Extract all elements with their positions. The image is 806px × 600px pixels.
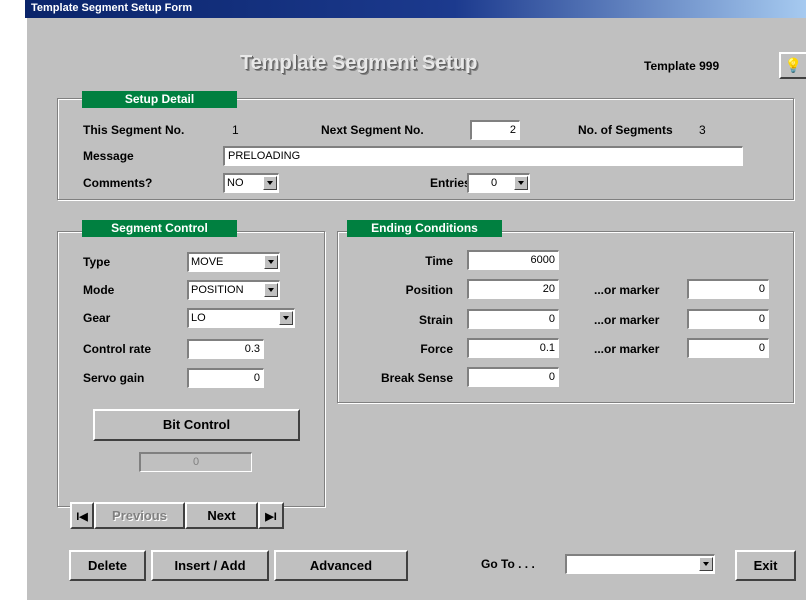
chevron-down-icon[interactable]	[264, 255, 278, 269]
bit-control-label: Bit Control	[162, 417, 231, 432]
time-field[interactable]: 6000	[467, 250, 559, 270]
previous-button[interactable]: Previous	[94, 502, 185, 529]
chevron-down-icon[interactable]	[263, 176, 277, 190]
time-label: Time	[425, 254, 453, 268]
type-select[interactable]: MOVE	[187, 252, 280, 272]
window-title: Template Segment Setup Form	[31, 2, 193, 14]
force-marker-field[interactable]: 0	[687, 338, 769, 358]
comments-value: NO	[227, 177, 244, 189]
form-window: Template Segment Setup Template 999 💡 Se…	[25, 18, 806, 600]
title-bar: Template Segment Setup Form	[25, 0, 806, 18]
goto-select[interactable]	[565, 554, 715, 574]
chevron-down-icon[interactable]	[264, 283, 278, 297]
entries-value: 0	[491, 177, 498, 189]
entries-label: Entries	[430, 176, 471, 190]
control-rate-label: Control rate	[83, 342, 152, 356]
template-label: Template 999	[644, 59, 720, 73]
next-segment-field[interactable]: 2	[470, 120, 520, 140]
type-label: Type	[83, 255, 111, 269]
next-button[interactable]: Next	[185, 502, 258, 529]
strain-field[interactable]: 0	[467, 309, 559, 329]
or-marker-label: ...or marker	[594, 283, 660, 297]
chevron-down-icon[interactable]	[699, 557, 713, 571]
position-field[interactable]: 20	[467, 279, 559, 299]
message-field[interactable]: PRELOADING	[223, 146, 743, 166]
or-marker-label: ...or marker	[594, 313, 660, 327]
mode-value: POSITION	[191, 284, 244, 296]
bit-control-button[interactable]: Bit Control	[93, 409, 300, 441]
strain-label: Strain	[418, 313, 453, 327]
advanced-button[interactable]: Advanced	[274, 550, 408, 581]
page-title: Template Segment Setup	[240, 52, 478, 74]
exit-label: Exit	[753, 558, 778, 573]
advanced-label: Advanced	[309, 558, 373, 573]
mode-label: Mode	[83, 283, 115, 297]
entries-select[interactable]: 0	[467, 173, 530, 193]
control-rate-field[interactable]: 0.3	[187, 339, 264, 359]
num-segments-value: 3	[699, 123, 706, 137]
setup-detail-title: Setup Detail	[82, 91, 237, 108]
delete-label: Delete	[87, 558, 128, 573]
gear-label: Gear	[83, 311, 111, 325]
break-sense-field[interactable]: 0	[467, 367, 559, 387]
servo-gain-label: Servo gain	[83, 371, 145, 385]
next-segment-label: Next Segment No.	[321, 123, 424, 137]
last-record-button[interactable]: ▶I	[258, 502, 284, 529]
insert-add-label: Insert / Add	[174, 558, 246, 573]
position-label: Position	[405, 283, 453, 297]
or-marker-label: ...or marker	[594, 342, 660, 356]
type-value: MOVE	[191, 256, 224, 268]
servo-gain-field[interactable]: 0	[187, 368, 264, 388]
chevron-down-icon[interactable]	[279, 311, 293, 325]
this-segment-value: 1	[232, 123, 239, 137]
help-button[interactable]: 💡	[779, 52, 806, 79]
insert-add-button[interactable]: Insert / Add	[151, 550, 269, 581]
chevron-down-icon[interactable]	[514, 176, 528, 190]
first-record-icon: I◀	[76, 511, 88, 523]
num-segments-label: No. of Segments	[578, 123, 673, 137]
force-field[interactable]: 0.1	[467, 338, 559, 358]
segment-control-title: Segment Control	[82, 220, 237, 237]
comments-select[interactable]: NO	[223, 173, 279, 193]
comments-label: Comments?	[83, 176, 153, 190]
gear-value: LO	[191, 312, 206, 324]
exit-button[interactable]: Exit	[735, 550, 796, 581]
gear-select[interactable]: LO	[187, 308, 295, 328]
goto-label: Go To . . .	[481, 557, 535, 571]
delete-button[interactable]: Delete	[69, 550, 146, 581]
break-sense-label: Break Sense	[380, 371, 453, 385]
this-segment-label: This Segment No.	[83, 123, 185, 137]
message-label: Message	[83, 149, 134, 163]
mode-select[interactable]: POSITION	[187, 280, 280, 300]
strain-marker-field[interactable]: 0	[687, 309, 769, 329]
ending-conditions-title: Ending Conditions	[347, 220, 502, 237]
lightbulb-icon: 💡	[784, 57, 803, 73]
first-record-button[interactable]: I◀	[70, 502, 94, 529]
force-label: Force	[420, 342, 453, 356]
bit-control-field: 0	[139, 452, 252, 472]
last-record-icon: ▶I	[265, 511, 277, 523]
position-marker-field[interactable]: 0	[687, 279, 769, 299]
next-label: Next	[207, 508, 236, 523]
previous-label: Previous	[112, 508, 167, 523]
